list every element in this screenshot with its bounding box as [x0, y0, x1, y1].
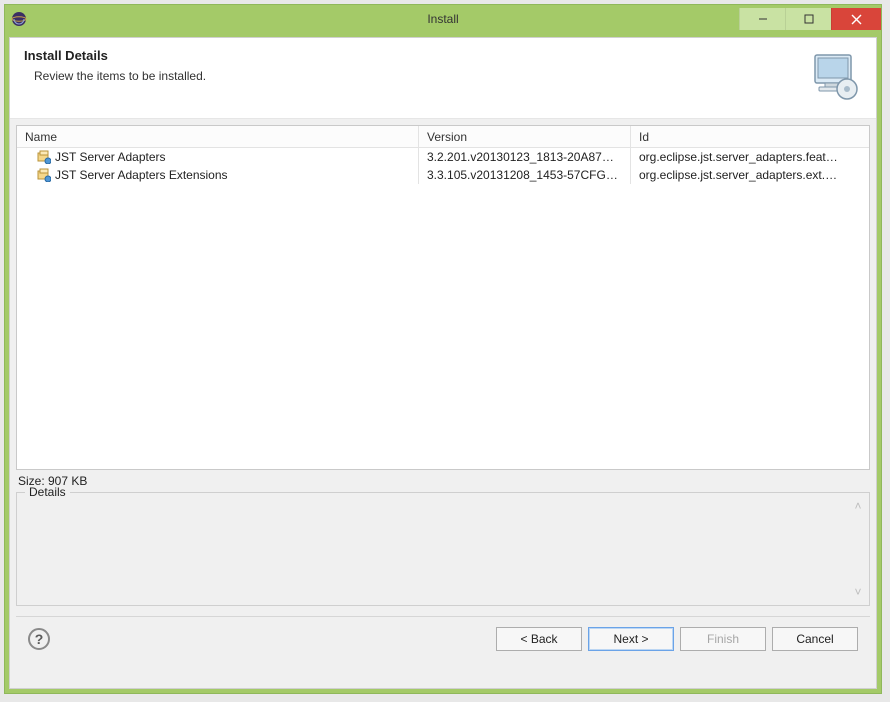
minimize-button[interactable] — [739, 8, 785, 30]
feature-icon — [37, 150, 51, 164]
maximize-button[interactable] — [785, 8, 831, 30]
table-row[interactable]: JST Server Adapters Extensions 3.3.105.v… — [17, 166, 869, 184]
table-header[interactable]: Name Version Id — [17, 126, 869, 148]
column-header-version[interactable]: Version — [419, 126, 631, 147]
table-row[interactable]: JST Server Adapters 3.2.201.v20130123_18… — [17, 148, 869, 166]
help-icon[interactable]: ? — [28, 628, 50, 650]
details-label: Details — [25, 485, 70, 499]
row-id: org.eclipse.jst.server_adapters.feat… — [639, 150, 838, 164]
row-version: 3.3.105.v20131208_1453-57CFGGAk… — [427, 168, 622, 182]
dialog-body: Install Details Review the items to be i… — [9, 37, 877, 689]
size-label: Size: 907 KB — [16, 470, 870, 490]
window-controls — [739, 8, 881, 30]
column-header-name[interactable]: Name — [17, 126, 419, 147]
close-button[interactable] — [831, 8, 881, 30]
eclipse-icon — [11, 11, 27, 27]
install-items-table[interactable]: Name Version Id JST Server Adapters 3.2.… — [16, 125, 870, 470]
details-panel: Details ˄ ˅ — [16, 492, 870, 606]
next-button[interactable]: Next > — [588, 627, 674, 651]
titlebar[interactable]: Install — [5, 5, 881, 33]
button-bar: ? < Back Next > Finish Cancel — [16, 617, 870, 663]
main-area: Name Version Id JST Server Adapters 3.2.… — [10, 119, 876, 688]
feature-icon — [37, 168, 51, 182]
details-scrollbar[interactable]: ˄ ˅ — [849, 499, 867, 599]
row-name: JST Server Adapters Extensions — [55, 168, 228, 182]
scroll-up-icon[interactable]: ˄ — [854, 499, 861, 513]
row-id: org.eclipse.jst.server_adapters.ext.f… — [639, 168, 839, 182]
page-subtitle: Review the items to be installed. — [24, 69, 806, 83]
row-name: JST Server Adapters — [55, 150, 166, 164]
cancel-button[interactable]: Cancel — [772, 627, 858, 651]
row-version: 3.2.201.v20130123_1813-20A87w31… — [427, 150, 622, 164]
table-rows: JST Server Adapters 3.2.201.v20130123_18… — [17, 148, 869, 469]
header-panel: Install Details Review the items to be i… — [10, 38, 876, 119]
install-dialog-window: Install Install Details Review the items… — [4, 4, 882, 694]
finish-button: Finish — [680, 627, 766, 651]
back-button[interactable]: < Back — [496, 627, 582, 651]
page-title: Install Details — [24, 48, 806, 63]
column-header-id[interactable]: Id — [631, 126, 847, 147]
scroll-down-icon[interactable]: ˅ — [854, 585, 861, 599]
install-wizard-icon — [806, 48, 862, 104]
